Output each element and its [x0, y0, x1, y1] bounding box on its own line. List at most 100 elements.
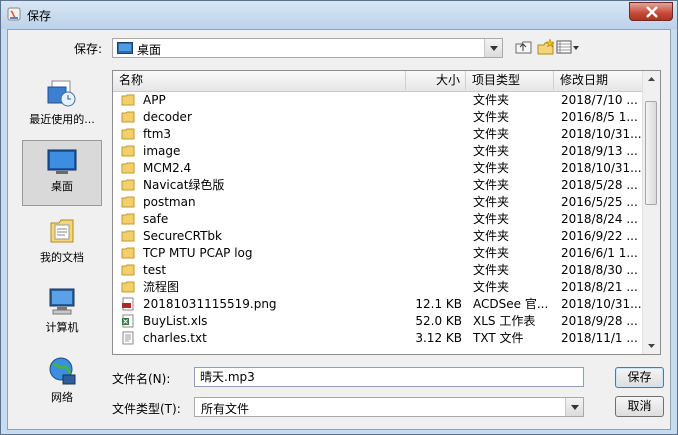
- new-folder-icon[interactable]: [536, 38, 556, 56]
- file-list[interactable]: 名称 大小 项目类型 修改日期 APP 文件夹 2018/7/10 ... decod…: [112, 70, 661, 355]
- cancel-button[interactable]: 取消: [615, 396, 664, 417]
- file-name: TCP MTU PCAP log: [143, 246, 253, 260]
- places-bar: 最近使用的... 桌面 我的文档 计算机 网络: [18, 65, 105, 404]
- file-type: 文件夹: [473, 212, 510, 226]
- column-name[interactable]: 名称: [113, 71, 406, 90]
- file-type: 文件夹: [473, 246, 510, 260]
- column-date[interactable]: 修改日期: [554, 71, 644, 90]
- file-row[interactable]: 流程图 文件夹 2018/8/21 ...: [113, 279, 644, 296]
- file-rows: APP 文件夹 2018/7/10 ... decoder 文件夹 2016/8/5 1.…: [113, 92, 644, 347]
- file-name: safe: [143, 212, 169, 226]
- chevron-down-icon[interactable]: [484, 39, 502, 57]
- place-recent[interactable]: 最近使用的...: [22, 72, 102, 138]
- file-row[interactable]: ftm3 文件夹 2018/10/31...: [113, 126, 644, 143]
- save-in-combo[interactable]: 桌面: [112, 38, 503, 58]
- file-row[interactable]: safe 文件夹 2018/8/24 ...: [113, 211, 644, 228]
- file-type: 文件夹: [473, 93, 510, 107]
- scroll-thumb[interactable]: [645, 101, 657, 205]
- folder-icon: [121, 111, 135, 123]
- place-label: 我的文档: [40, 251, 84, 264]
- save-button[interactable]: 保存: [615, 367, 664, 388]
- file-row[interactable]: SecureCRTbk 文件夹 2016/9/22 ...: [113, 228, 644, 245]
- file-type: 文件夹: [473, 195, 510, 209]
- filename-label: 文件名(N):: [112, 372, 171, 386]
- file-row[interactable]: test 文件夹 2018/8/30 ...: [113, 262, 644, 279]
- place-label: 桌面: [51, 180, 73, 193]
- file-date: 2018/10/31...: [561, 127, 642, 141]
- folder-icon: [121, 230, 135, 242]
- file-date: 2018/8/24 ...: [561, 212, 638, 226]
- save-in-value: 桌面: [137, 43, 162, 57]
- up-folder-icon[interactable]: [514, 38, 534, 56]
- scroll-up-icon[interactable]: [643, 71, 660, 88]
- file-date: 2018/9/28 ...: [561, 314, 638, 328]
- image-file-icon: [122, 297, 134, 311]
- file-type: 文件夹: [473, 144, 510, 158]
- file-date: 2016/8/5 1...: [561, 110, 638, 124]
- filetype-select[interactable]: 所有文件: [194, 397, 584, 417]
- file-size: 3.12 KB: [415, 331, 462, 345]
- file-type: TXT 文件: [473, 331, 524, 345]
- place-label: 计算机: [45, 321, 79, 334]
- file-type: 文件夹: [473, 161, 510, 175]
- folder-icon: [121, 94, 135, 106]
- file-name: postman: [143, 195, 196, 209]
- file-name: ftm3: [143, 127, 172, 141]
- spreadsheet-file-icon: [122, 314, 134, 328]
- file-row[interactable]: 20181031115519.png 12.1 KB ACDSee 官... 2018…: [113, 296, 644, 313]
- place-label: 网络: [51, 391, 73, 404]
- file-size: 12.1 KB: [415, 297, 462, 311]
- place-documents[interactable]: 我的文档: [22, 210, 102, 276]
- desktop-small-icon: [117, 42, 133, 54]
- filename-input[interactable]: 晴天.mp3: [194, 367, 584, 387]
- network-icon: [49, 357, 76, 385]
- view-menu-icon[interactable]: [556, 38, 580, 56]
- close-button[interactable]: [629, 2, 673, 21]
- file-name: APP: [143, 93, 166, 107]
- place-desktop[interactable]: 桌面: [22, 140, 102, 206]
- file-row[interactable]: decoder 文件夹 2016/8/5 1...: [113, 109, 644, 126]
- file-row[interactable]: MCM2.4 文件夹 2018/10/31...: [113, 160, 644, 177]
- place-computer[interactable]: 计算机: [22, 280, 102, 346]
- file-type: 文件夹: [473, 263, 510, 277]
- recent-icon: [47, 80, 76, 107]
- file-name: 流程图: [143, 280, 180, 294]
- scroll-down-icon[interactable]: [643, 337, 660, 354]
- file-name: MCM2.4: [143, 161, 192, 175]
- file-name: SecureCRTbk: [143, 229, 222, 243]
- file-row[interactable]: image 文件夹 2018/9/13 ...: [113, 143, 644, 160]
- java-app-icon: [7, 7, 21, 21]
- file-row[interactable]: APP 文件夹 2018/7/10 ...: [113, 92, 644, 109]
- file-date: 2018/11/1 ...: [561, 331, 638, 345]
- folder-icon: [121, 145, 135, 157]
- folder-icon: [121, 196, 135, 208]
- vertical-scrollbar[interactable]: [642, 71, 660, 354]
- column-type[interactable]: 项目类型: [466, 71, 554, 90]
- folder-icon: [121, 179, 135, 191]
- folder-icon: [121, 264, 135, 276]
- file-row[interactable]: Navicat绿色版 文件夹 2018/5/28 ...: [113, 177, 644, 194]
- file-date: 2016/6/1 1...: [561, 246, 638, 260]
- file-row[interactable]: BuyList.xls 52.0 KB XLS 工作表 2018/9/28 ...: [113, 313, 644, 330]
- title-bar: 保存: [1, 1, 677, 29]
- file-type: ACDSee 官...: [473, 297, 549, 311]
- file-row[interactable]: charles.txt 3.12 KB TXT 文件 2018/11/1 ...: [113, 330, 644, 347]
- place-label: 最近使用的...: [29, 113, 95, 126]
- folder-icon: [121, 162, 135, 174]
- file-date: 2018/10/31...: [561, 297, 642, 311]
- file-name: BuyList.xls: [143, 314, 208, 328]
- file-type: 文件夹: [473, 178, 510, 192]
- place-network[interactable]: 网络: [22, 350, 102, 410]
- column-size[interactable]: 大小: [406, 71, 466, 90]
- file-size: 52.0 KB: [415, 314, 462, 328]
- file-name: test: [143, 263, 167, 277]
- chevron-down-icon[interactable]: [565, 398, 583, 416]
- documents-icon: [50, 219, 74, 243]
- file-row[interactable]: postman 文件夹 2016/5/25 ...: [113, 194, 644, 211]
- file-date: 2016/5/25 ...: [561, 195, 638, 209]
- file-name: Navicat绿色版: [143, 178, 225, 192]
- file-row[interactable]: TCP MTU PCAP log 文件夹 2016/6/1 1...: [113, 245, 644, 262]
- folder-icon: [121, 128, 135, 140]
- text-file-icon: [122, 331, 134, 345]
- window-title: 保存: [27, 9, 52, 23]
